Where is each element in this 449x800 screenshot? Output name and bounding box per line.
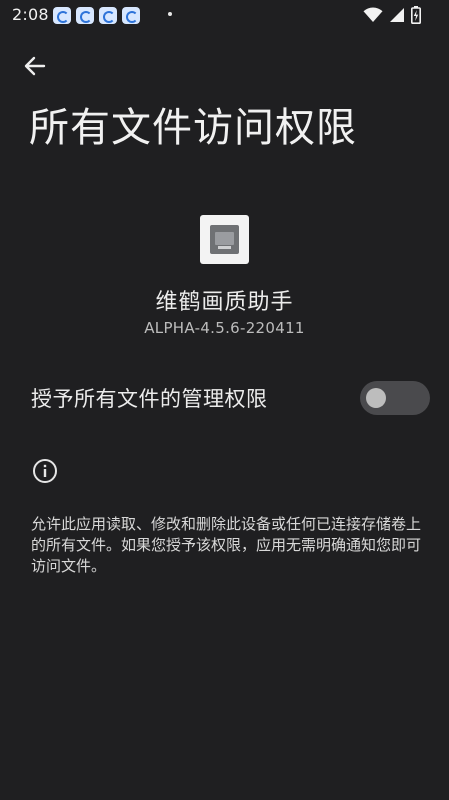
app-logo-icon (210, 225, 239, 254)
app-notification-icon (76, 7, 94, 24)
status-bar: 2:08 (0, 0, 449, 30)
info-icon (33, 459, 57, 483)
page-title: 所有文件访问权限 (29, 105, 357, 151)
system-icons (363, 6, 421, 24)
app-notification-icon (53, 7, 71, 24)
arrow-left-icon[interactable] (22, 53, 48, 79)
all-files-access-toggle[interactable] (360, 381, 430, 415)
permission-description: 允许此应用读取、修改和删除此设备或任何已连接存储卷上的所有文件。如果您授予该权限… (31, 515, 422, 575)
app-notification-icon (99, 7, 117, 24)
app-icon (200, 215, 249, 264)
wifi-icon (363, 7, 383, 23)
notification-icons (53, 7, 140, 24)
status-time: 2:08 (12, 5, 49, 24)
battery-charging-icon (411, 6, 421, 24)
permission-screen: 2:08 所有文件访问权限 维鹤画质助手 ALPHA-4.5.6-220411 … (0, 0, 449, 800)
app-name: 维鹤画质助手 (155, 290, 294, 315)
cell-signal-icon (390, 8, 404, 22)
all-files-access-label: 授予所有文件的管理权限 (31, 387, 268, 411)
more-notifications-dot-icon (168, 12, 172, 16)
toggle-thumb (366, 388, 386, 408)
app-notification-icon (122, 7, 140, 24)
app-version: ALPHA-4.5.6-220411 (144, 319, 305, 337)
